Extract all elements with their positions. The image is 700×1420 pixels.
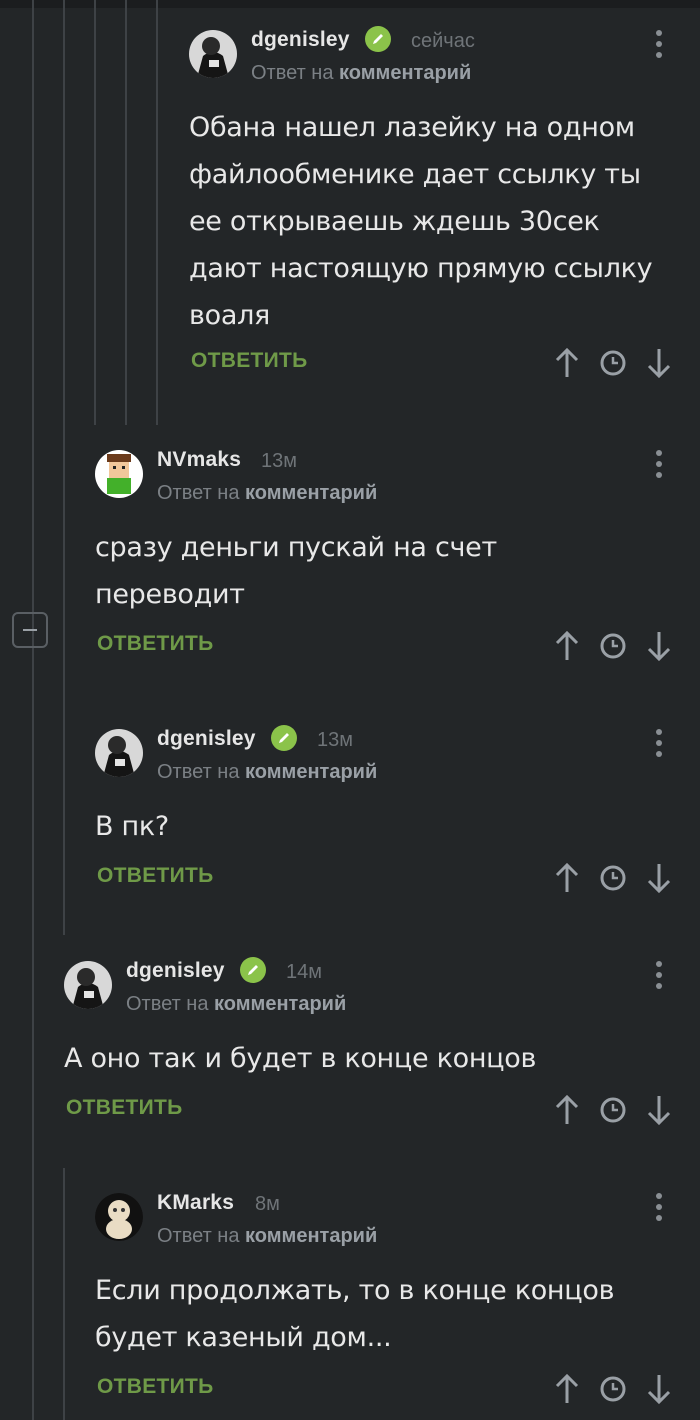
arrow-up-icon[interactable]	[551, 345, 583, 381]
reply-target-link[interactable]: комментарий	[339, 62, 471, 84]
collapse-thread-button[interactable]	[12, 612, 48, 648]
pencil-badge-icon	[271, 725, 297, 751]
thread-line	[94, 0, 96, 425]
author-name[interactable]: dgenisley	[157, 727, 256, 751]
clock-icon[interactable]	[597, 345, 629, 381]
thread-line	[63, 1168, 65, 1420]
reply-to: Ответ на комментарий	[126, 993, 347, 1015]
clock-icon[interactable]	[597, 860, 629, 896]
thread-line	[32, 0, 34, 1420]
avatar[interactable]	[95, 1193, 143, 1241]
minus-icon	[23, 629, 37, 631]
arrow-down-icon[interactable]	[643, 1092, 675, 1128]
timestamp: 13м	[317, 729, 353, 751]
reply-button[interactable]: ОТВЕТИТЬ	[191, 349, 308, 373]
kebab-menu-icon[interactable]	[647, 26, 671, 62]
clock-icon[interactable]	[597, 1371, 629, 1407]
pencil-badge-icon	[365, 26, 391, 52]
thread-line	[63, 0, 65, 935]
comment-text: Если продолжать, то в конце концов будет…	[95, 1275, 615, 1353]
arrow-up-icon[interactable]	[551, 628, 583, 664]
thread-line	[125, 0, 127, 425]
reply-button[interactable]: ОТВЕТИТЬ	[97, 864, 214, 888]
arrow-down-icon[interactable]	[643, 345, 675, 381]
reply-to: Ответ на комментарий	[157, 482, 378, 504]
avatar[interactable]	[189, 30, 237, 78]
arrow-up-icon[interactable]	[551, 860, 583, 896]
author-name[interactable]: KMarks	[157, 1191, 234, 1215]
kebab-menu-icon[interactable]	[647, 725, 671, 761]
kebab-menu-icon[interactable]	[647, 1189, 671, 1225]
kebab-menu-icon[interactable]	[647, 957, 671, 993]
kebab-menu-icon[interactable]	[647, 446, 671, 482]
comment-text: А оно так и будет в конце концов	[64, 1043, 537, 1074]
comment-text: сразу деньги пускай на счет переводит	[95, 532, 497, 610]
pencil-badge-icon	[240, 957, 266, 983]
author-name[interactable]: dgenisley	[126, 959, 225, 983]
reply-to: Ответ на комментарий	[157, 761, 378, 783]
arrow-down-icon[interactable]	[643, 628, 675, 664]
avatar[interactable]	[64, 961, 112, 1009]
comment: dgenisley сейчас Ответ на комментарий Об…	[189, 26, 689, 385]
reply-to: Ответ на комментарий	[251, 62, 472, 84]
top-bar	[0, 0, 700, 8]
author-name[interactable]: dgenisley	[251, 28, 350, 52]
reply-button[interactable]: ОТВЕТИТЬ	[97, 632, 214, 656]
avatar[interactable]	[95, 729, 143, 777]
comment: dgenisley 14м Ответ на комментарий А оно…	[64, 957, 689, 1132]
avatar[interactable]	[95, 450, 143, 498]
timestamp: 8м	[255, 1193, 280, 1215]
arrow-up-icon[interactable]	[551, 1092, 583, 1128]
reply-target-link[interactable]: комментарий	[245, 482, 377, 504]
arrow-up-icon[interactable]	[551, 1371, 583, 1407]
comment-text: В пк?	[95, 811, 169, 842]
author-name[interactable]: NVmaks	[157, 448, 241, 472]
comment-text: Обана нашел лазейку на одном файлообмени…	[189, 112, 653, 331]
timestamp: 14м	[286, 961, 322, 983]
arrow-down-icon[interactable]	[643, 1371, 675, 1407]
thread-line	[156, 0, 158, 425]
comment: dgenisley 13м Ответ на комментарий В пк?…	[95, 725, 689, 900]
reply-button[interactable]: ОТВЕТИТЬ	[97, 1375, 214, 1399]
reply-to: Ответ на комментарий	[157, 1225, 378, 1247]
reply-target-link[interactable]: комментарий	[214, 993, 346, 1015]
comment: NVmaks 13м Ответ на комментарий сразу де…	[95, 448, 689, 668]
comment: KMarks 8м Ответ на комментарий Если прод…	[95, 1191, 689, 1411]
clock-icon[interactable]	[597, 1092, 629, 1128]
clock-icon[interactable]	[597, 628, 629, 664]
arrow-down-icon[interactable]	[643, 860, 675, 896]
reply-target-link[interactable]: комментарий	[245, 761, 377, 783]
timestamp: сейчас	[411, 30, 475, 52]
reply-target-link[interactable]: комментарий	[245, 1225, 377, 1247]
timestamp: 13м	[261, 450, 297, 472]
reply-button[interactable]: ОТВЕТИТЬ	[66, 1096, 183, 1120]
